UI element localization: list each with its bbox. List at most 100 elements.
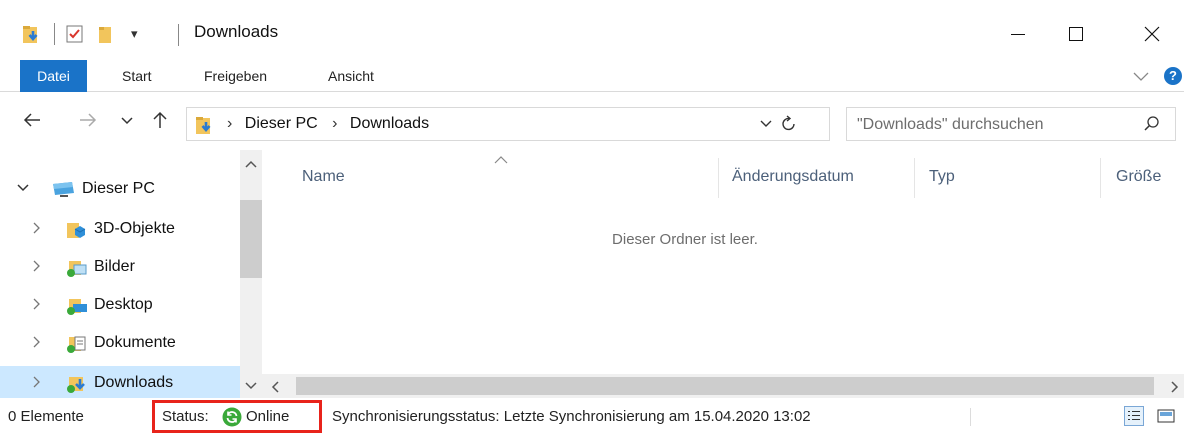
- recent-locations-button[interactable]: [120, 110, 134, 135]
- nav-item-dieser-pc[interactable]: Dieser PC: [0, 172, 240, 208]
- chevron-right-icon[interactable]: [30, 335, 44, 352]
- nav-item-label: 3D-Objekte: [94, 220, 175, 237]
- large-icons-view-button[interactable]: [1156, 406, 1176, 426]
- address-row: › Dieser PC › Downloads: [0, 102, 1184, 144]
- chevron-right-icon[interactable]: [30, 259, 44, 276]
- downloads-folder-icon[interactable]: [22, 23, 44, 45]
- desktop-folder-icon: [66, 296, 87, 316]
- forward-arrow-icon: [80, 113, 97, 127]
- status-value: Online: [246, 408, 290, 425]
- details-view-button[interactable]: [1124, 406, 1144, 426]
- breadcrumb-dieser-pc[interactable]: Dieser PC: [245, 115, 318, 132]
- tab-start[interactable]: Start: [122, 60, 152, 92]
- up-arrow-icon: [153, 111, 167, 128]
- column-divider[interactable]: [718, 158, 719, 198]
- status-divider: [970, 408, 971, 426]
- chevron-right-icon[interactable]: [30, 375, 44, 392]
- title-separator: [178, 24, 179, 46]
- breadcrumb-separator[interactable]: ›: [227, 115, 232, 132]
- status-label: Status:: [162, 408, 209, 425]
- large-icons-view-icon: [1157, 409, 1175, 423]
- pc-icon: [52, 180, 74, 200]
- column-header-name[interactable]: Name: [302, 168, 345, 186]
- scrollbar-thumb[interactable]: [240, 200, 262, 278]
- tab-freigeben[interactable]: Freigeben: [204, 60, 267, 92]
- address-bar[interactable]: › Dieser PC › Downloads: [186, 107, 830, 141]
- sync-online-icon: [222, 407, 242, 431]
- file-list[interactable]: Name Änderungsdatum Typ Größe Dieser Ord…: [262, 150, 1184, 374]
- status-bar: 0 Elemente Status: Online Synchronisieru…: [0, 400, 1184, 433]
- close-button[interactable]: [1132, 18, 1172, 50]
- chevron-right-icon[interactable]: [30, 221, 44, 238]
- navigation-pane: Dieser PC 3D-Objekte Bilder Desktop Doku…: [0, 150, 262, 398]
- navigation-scrollbar[interactable]: [240, 150, 262, 398]
- column-header-type[interactable]: Typ: [929, 168, 955, 186]
- close-icon: [1144, 26, 1160, 42]
- address-history-button[interactable]: [759, 117, 773, 136]
- chevron-down-icon[interactable]: [16, 181, 30, 198]
- tab-datei[interactable]: Datei: [20, 60, 87, 92]
- up-button[interactable]: [150, 110, 170, 135]
- scroll-left-icon[interactable]: [270, 380, 280, 398]
- downloads-folder-icon: [195, 114, 217, 141]
- tab-ansicht[interactable]: Ansicht: [328, 60, 374, 92]
- column-divider[interactable]: [1100, 158, 1101, 198]
- window-title: Downloads: [194, 22, 279, 41]
- details-view-icon: [1128, 411, 1140, 420]
- nav-item-bilder[interactable]: Bilder: [0, 250, 240, 286]
- nav-item-label: Dokumente: [94, 334, 176, 351]
- 3d-objects-folder-icon: [66, 220, 86, 240]
- breadcrumb-downloads[interactable]: Downloads: [350, 115, 429, 132]
- breadcrumb-separator[interactable]: ›: [332, 115, 337, 132]
- refresh-button[interactable]: [779, 114, 799, 139]
- column-header-size[interactable]: Größe: [1116, 168, 1161, 186]
- pictures-folder-icon: [66, 258, 87, 278]
- refresh-icon: [782, 115, 795, 131]
- qat-dropdown-icon[interactable]: ▾: [131, 26, 138, 42]
- properties-icon[interactable]: [65, 24, 85, 44]
- nav-item-3d-objekte[interactable]: 3D-Objekte: [0, 212, 240, 248]
- minimize-icon: [1011, 34, 1025, 35]
- chevron-down-icon: [760, 120, 772, 127]
- forward-button[interactable]: [78, 110, 98, 135]
- new-folder-icon[interactable]: [97, 24, 117, 44]
- documents-folder-icon: [66, 334, 86, 354]
- scroll-right-icon[interactable]: [1170, 380, 1180, 398]
- sync-status-text: Synchronisierungsstatus: Letzte Synchron…: [332, 408, 811, 425]
- nav-item-label: Downloads: [94, 374, 174, 391]
- back-arrow-icon: [23, 113, 40, 127]
- maximize-button[interactable]: [1056, 18, 1096, 50]
- search-input[interactable]: [857, 114, 1117, 136]
- scrollbar-thumb[interactable]: [296, 377, 1154, 395]
- minimize-button[interactable]: [998, 18, 1038, 50]
- empty-folder-message: Dieser Ordner ist leer.: [612, 231, 758, 248]
- ribbon-tabs: Datei Start Freigeben Ansicht ?: [0, 60, 1184, 92]
- chevron-right-icon[interactable]: [30, 297, 44, 314]
- sort-ascending-icon: [494, 152, 508, 170]
- nav-item-downloads[interactable]: Downloads: [0, 366, 240, 398]
- breadcrumb: › Dieser PC › Downloads: [227, 115, 429, 133]
- search-box[interactable]: [846, 107, 1176, 141]
- nav-item-dokumente[interactable]: Dokumente: [0, 326, 240, 362]
- downloads-folder-icon: [66, 374, 86, 394]
- scroll-up-icon[interactable]: [245, 156, 257, 174]
- title-bar: ▾ Downloads: [0, 0, 1184, 52]
- maximize-icon: [1069, 27, 1083, 41]
- chevron-down-icon: [121, 117, 133, 125]
- expand-ribbon-button[interactable]: [1132, 68, 1150, 89]
- quick-access-toolbar: ▾: [22, 22, 138, 46]
- column-divider[interactable]: [914, 158, 915, 198]
- search-icon[interactable]: [1143, 115, 1161, 138]
- help-button[interactable]: ?: [1164, 67, 1182, 85]
- nav-item-label: Desktop: [94, 296, 153, 313]
- item-count: 0 Elemente: [8, 408, 84, 425]
- nav-item-label: Bilder: [94, 258, 135, 275]
- back-button[interactable]: [22, 110, 42, 135]
- chevron-down-icon: [1133, 72, 1149, 81]
- column-header-date[interactable]: Änderungsdatum: [732, 168, 854, 186]
- nav-item-desktop[interactable]: Desktop: [0, 288, 240, 324]
- scroll-down-icon[interactable]: [245, 378, 257, 396]
- qat-separator: [54, 23, 55, 45]
- file-list-horizontal-scrollbar[interactable]: [262, 374, 1184, 398]
- nav-item-label: Dieser PC: [82, 180, 155, 197]
